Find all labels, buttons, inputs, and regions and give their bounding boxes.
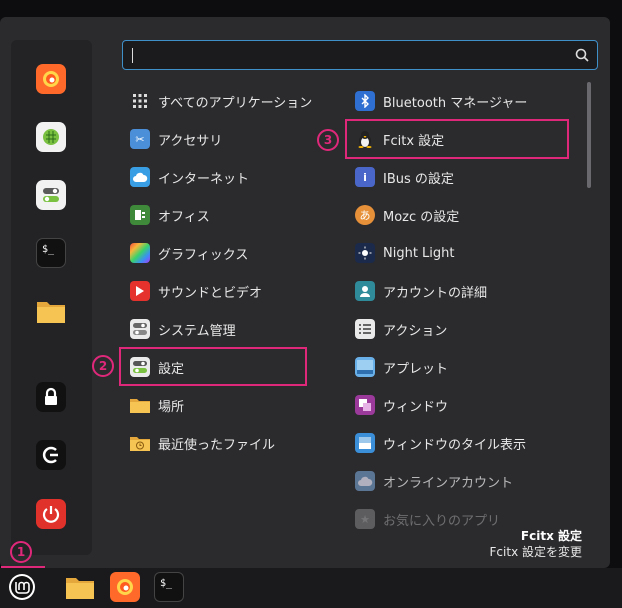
- app-label: IBus の設定: [383, 171, 454, 187]
- ibus-icon: i: [355, 167, 375, 187]
- category-label: アクセサリ: [158, 133, 223, 149]
- logout-icon[interactable]: [36, 440, 66, 470]
- category-all-applications[interactable]: すべてのアプリケーション: [130, 86, 312, 116]
- taskbar-folder-icon[interactable]: [65, 572, 95, 602]
- search-input[interactable]: [122, 40, 598, 70]
- category-label: サウンドとビデオ: [158, 285, 263, 301]
- online-accounts-icon: [355, 471, 375, 491]
- system-settings-icon[interactable]: [36, 180, 66, 210]
- app-applets[interactable]: アプレット: [355, 352, 448, 382]
- selected-app-title: Fcitx 設定: [520, 529, 582, 543]
- annotation-number-1: 1: [10, 541, 32, 563]
- category-system-administration[interactable]: システム管理: [130, 314, 236, 344]
- folder-icon: [130, 395, 150, 415]
- graphics-icon: [130, 243, 150, 263]
- mint-menu-icon[interactable]: [7, 572, 37, 602]
- app-label: ウィンドウのタイル表示: [383, 437, 527, 453]
- taskbar-firefox-icon[interactable]: [110, 572, 140, 602]
- applet-icon: [355, 357, 375, 377]
- selected-app-description: Fcitx 設定を変更: [489, 545, 582, 559]
- app-label: Mozc の設定: [383, 209, 460, 225]
- mozc-icon: あ: [355, 205, 375, 225]
- text-caret: [132, 48, 133, 63]
- annotation-number-2: 2: [92, 355, 114, 377]
- app-bluetooth-manager[interactable]: Bluetooth マネージャー: [355, 86, 527, 116]
- category-label: システム管理: [158, 323, 236, 339]
- office-icon: [130, 205, 150, 225]
- folder-icon[interactable]: [36, 296, 66, 326]
- app-label: オンラインアカウント: [383, 475, 514, 491]
- actions-icon: [355, 319, 375, 339]
- play-icon: [130, 281, 150, 301]
- lock-screen-icon[interactable]: [36, 382, 66, 412]
- app-label: Night Light: [383, 245, 455, 261]
- app-label: ウィンドウ: [383, 399, 449, 415]
- shutdown-icon[interactable]: [36, 499, 66, 529]
- search-icon: [575, 48, 589, 62]
- app-windows[interactable]: ウィンドウ: [355, 390, 448, 420]
- app-night-light[interactable]: Night Light: [355, 238, 455, 268]
- category-label: 最近使ったファイル: [158, 437, 276, 453]
- favorite-apps-icon: ★: [355, 509, 375, 529]
- app-label: アカウントの詳細: [383, 285, 488, 301]
- system-icon: [130, 319, 150, 339]
- highlight-box-fcitx: [345, 119, 569, 159]
- app-favorite-apps[interactable]: ★ お気に入りのアプリ: [355, 504, 500, 534]
- category-recent-files[interactable]: 最近使ったファイル: [130, 428, 275, 458]
- annotation-number-3: 3: [317, 129, 339, 151]
- category-label: 場所: [158, 399, 185, 415]
- app-window-tiling[interactable]: ウィンドウのタイル表示: [355, 428, 526, 458]
- category-internet[interactable]: インターネット: [130, 162, 249, 192]
- window-tiling-icon: [355, 433, 375, 453]
- highlight-box-settings: [119, 347, 307, 386]
- category-sound-video[interactable]: サウンドとビデオ: [130, 276, 262, 306]
- app-ibus-settings[interactable]: i IBus の設定: [355, 162, 454, 192]
- category-places[interactable]: 場所: [130, 390, 184, 420]
- terminal-icon[interactable]: $_: [36, 238, 66, 268]
- app-actions[interactable]: アクション: [355, 314, 447, 344]
- cloud-icon: [130, 167, 150, 187]
- category-label: インターネット: [158, 171, 250, 187]
- app-account-details[interactable]: アカウントの詳細: [355, 276, 487, 306]
- app-mozc-settings[interactable]: あ Mozc の設定: [355, 200, 459, 230]
- scrollbar[interactable]: [587, 82, 591, 188]
- category-label: すべてのアプリケーション: [158, 95, 313, 111]
- category-office[interactable]: オフィス: [130, 200, 210, 230]
- category-accessories[interactable]: ✂ アクセサリ: [130, 124, 222, 154]
- app-label: アプレット: [383, 361, 449, 377]
- firefox-icon[interactable]: [36, 64, 66, 94]
- software-manager-icon[interactable]: [36, 122, 66, 152]
- app-label: お気に入りのアプリ: [383, 513, 501, 529]
- taskbar-terminal-icon[interactable]: $_: [154, 572, 184, 602]
- windows-icon: [355, 395, 375, 415]
- bluetooth-icon: [355, 91, 375, 111]
- app-label: アクション: [383, 323, 448, 339]
- category-label: オフィス: [158, 209, 210, 225]
- category-label: グラフィックス: [158, 247, 249, 263]
- account-icon: [355, 281, 375, 301]
- scissors-icon: ✂: [130, 129, 150, 149]
- grid-icon: [130, 91, 150, 111]
- app-online-accounts[interactable]: オンラインアカウント: [355, 466, 513, 496]
- category-graphics[interactable]: グラフィックス: [130, 238, 248, 268]
- app-label: Bluetooth マネージャー: [383, 95, 528, 111]
- night-light-icon: [355, 243, 375, 263]
- recent-files-icon: [130, 433, 150, 453]
